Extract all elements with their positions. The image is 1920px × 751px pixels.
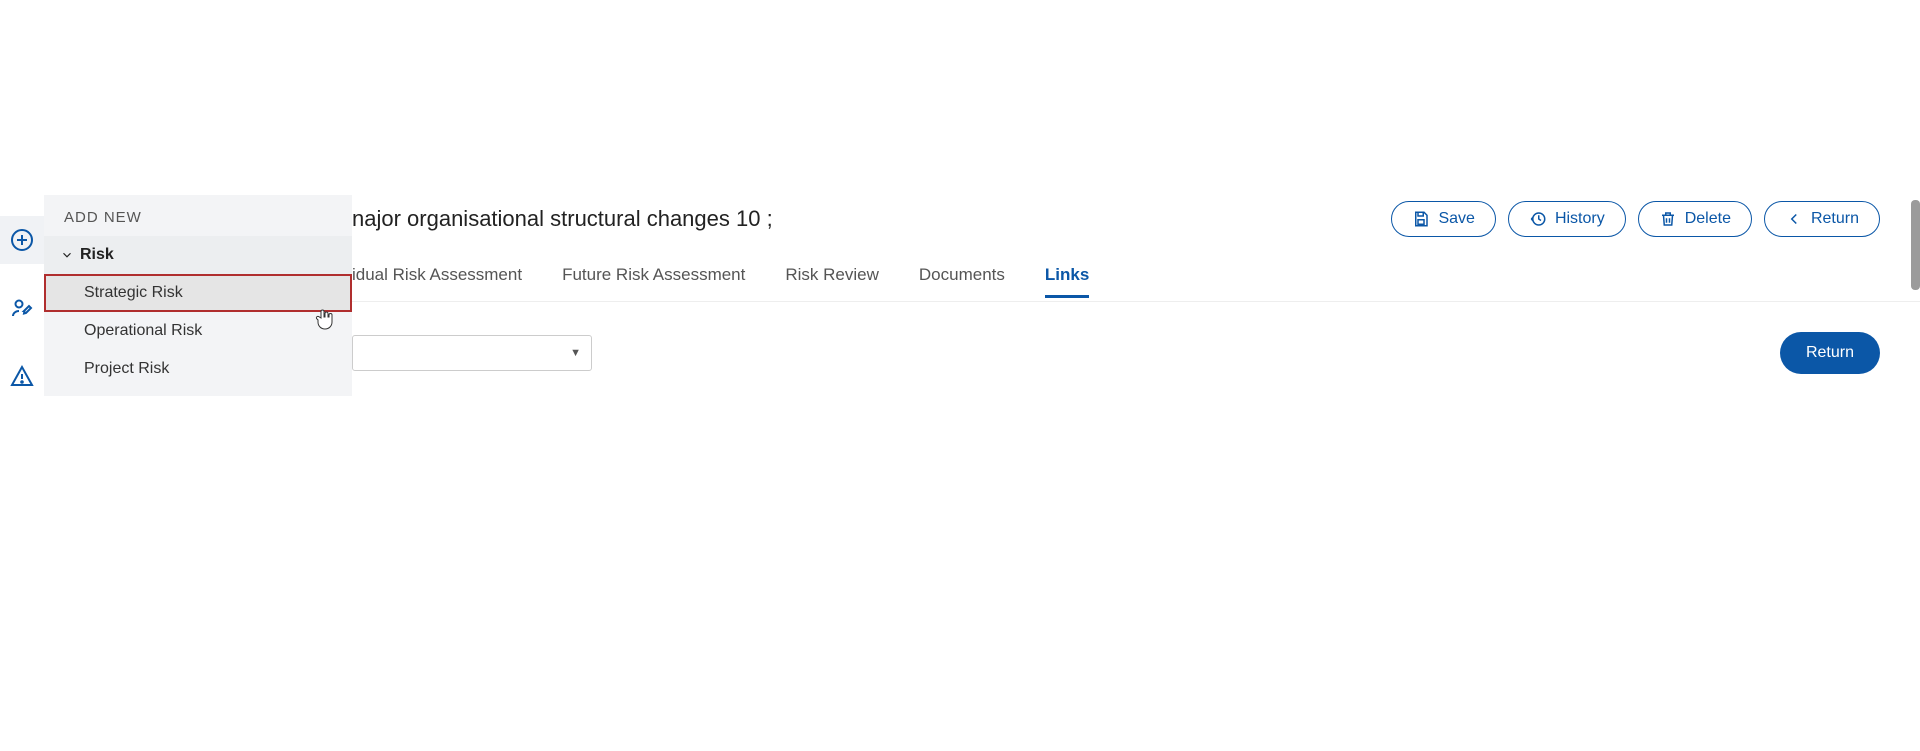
add-new-subitems: Strategic Risk Operational Risk Project … [44,274,352,388]
tab-documents[interactable]: Documents [919,265,1005,295]
add-new-item-label: Project Risk [84,360,169,377]
user-edit-icon[interactable] [0,284,44,332]
scrollbar[interactable] [1911,200,1920,290]
save-button-label: Save [1438,210,1474,228]
tab-label: Risk Review [785,265,879,284]
chevron-left-icon [1785,210,1803,228]
body-row: ▼ Return [352,332,1880,374]
tab-residual-risk-assessment[interactable]: idual Risk Assessment [352,265,522,295]
tab-links[interactable]: Links [1045,265,1089,295]
add-new-panel: ADD NEW Risk Strategic Risk Operational … [44,195,352,396]
return-button-body[interactable]: Return [1780,332,1880,374]
return-button-body-label: Return [1806,344,1854,361]
tab-label: idual Risk Assessment [352,265,522,284]
add-new-item-project-risk[interactable]: Project Risk [44,350,352,388]
header-actions: Save History Delete Return [1391,201,1880,237]
history-button[interactable]: History [1508,201,1626,237]
link-type-select[interactable]: ▼ [352,335,592,371]
trash-icon [1659,210,1677,228]
tab-label: Links [1045,265,1089,284]
page-title: najor organisational structural changes … [352,206,773,232]
add-new-category-label: Risk [80,246,114,264]
add-new-item-label: Operational Risk [84,322,202,339]
warning-icon[interactable] [0,352,44,400]
add-new-category-toggle[interactable]: Risk [44,236,352,274]
history-icon [1529,210,1547,228]
tab-label: Documents [919,265,1005,284]
save-button[interactable]: Save [1391,201,1495,237]
add-new-icon[interactable] [0,216,44,264]
left-rail [0,0,44,751]
add-new-item-operational-risk[interactable]: Operational Risk [44,312,352,350]
save-icon [1412,210,1430,228]
history-button-label: History [1555,210,1605,228]
delete-button-label: Delete [1685,210,1731,228]
tab-future-risk-assessment[interactable]: Future Risk Assessment [562,265,745,295]
add-new-item-label: Strategic Risk [84,284,183,301]
chevron-down-icon [60,248,74,262]
add-new-title: ADD NEW [44,195,352,236]
delete-button[interactable]: Delete [1638,201,1752,237]
return-button-header-label: Return [1811,210,1859,228]
tab-risk-review[interactable]: Risk Review [785,265,879,295]
return-button-header[interactable]: Return [1764,201,1880,237]
tab-label: Future Risk Assessment [562,265,745,284]
caret-down-icon: ▼ [570,347,581,359]
add-new-item-strategic-risk[interactable]: Strategic Risk [44,274,352,312]
